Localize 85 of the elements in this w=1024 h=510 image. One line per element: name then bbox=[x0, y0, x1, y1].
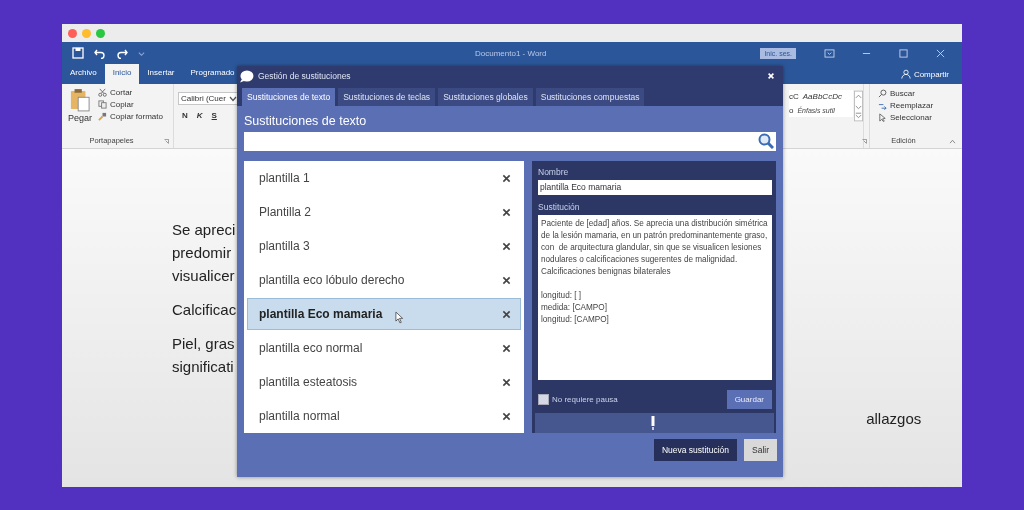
editing-command[interactable]: Reemplazar bbox=[890, 101, 934, 110]
checkbox-label[interactable]: No requiere pausa bbox=[552, 395, 724, 405]
delete-icon[interactable] bbox=[502, 173, 511, 183]
share-label[interactable]: Compartir bbox=[913, 69, 949, 79]
copy-icon[interactable] bbox=[98, 100, 108, 109]
document-text: Calcificac bbox=[172, 300, 237, 319]
delete-icon[interactable] bbox=[502, 411, 511, 421]
format-button[interactable]: S bbox=[211, 111, 217, 120]
editing-command[interactable]: Buscar bbox=[890, 89, 915, 98]
clipboard-command[interactable]: Cortar bbox=[110, 88, 133, 97]
chevron-icon bbox=[229, 95, 237, 102]
section-heading: Sustituciones de texto bbox=[243, 113, 368, 130]
template-item[interactable]: plantilla eco lóbulo derecho bbox=[247, 264, 521, 296]
customize-icon[interactable] bbox=[138, 49, 145, 57]
document-text: Se apreci bbox=[172, 220, 237, 239]
style-preview[interactable]: AaBbCcDc bbox=[802, 92, 842, 101]
paste-label[interactable]: Pegar bbox=[68, 113, 93, 123]
template-item[interactable]: plantilla eco normal bbox=[247, 332, 521, 364]
substitution-text-field[interactable]: Paciente de [edad] años. Se aprecia una distribución simétrica de la lesión mamaria, en un patrón predominantemente graso, con de arquitectura glandular, sin que se visualicen lesiones nodulares o calcificaciones sugerentes de malignidad. Calcificaciones benignas bilaterales longitud: [ ] medida: [CAMPO] longitud: [CAMPO] bbox=[538, 214, 772, 380]
styles-scroll-icon[interactable] bbox=[854, 90, 863, 122]
dialog-tab[interactable]: Sustituciones compuestas bbox=[535, 88, 645, 106]
exit-button[interactable]: Salir bbox=[744, 439, 777, 461]
search-icon[interactable] bbox=[878, 89, 887, 98]
scissors-icon[interactable] bbox=[98, 88, 108, 97]
ribbon-display-icon[interactable] bbox=[824, 48, 835, 58]
clipboard-command[interactable]: Copiar bbox=[110, 100, 134, 109]
undo-icon[interactable] bbox=[94, 47, 106, 59]
close-dot[interactable] bbox=[68, 28, 77, 38]
format-button[interactable]: K bbox=[196, 111, 203, 120]
save-button[interactable]: Guardar bbox=[726, 390, 772, 410]
clipboard-command[interactable]: Copiar formato bbox=[110, 112, 163, 121]
delete-icon[interactable] bbox=[502, 241, 511, 251]
checkbox[interactable] bbox=[538, 394, 549, 406]
minimize-dot[interactable] bbox=[82, 28, 91, 38]
dialog-tab[interactable]: Sustituciones de teclas bbox=[338, 88, 436, 106]
brush-icon[interactable] bbox=[98, 112, 108, 121]
pointer-icon[interactable] bbox=[878, 113, 887, 122]
template-item[interactable]: plantilla esteatosis bbox=[247, 366, 521, 398]
delete-icon[interactable] bbox=[502, 309, 511, 319]
template-item[interactable]: plantilla Eco mamaria bbox=[247, 298, 521, 330]
style-name: o bbox=[789, 106, 794, 115]
mouse-pointer-icon bbox=[395, 311, 404, 324]
style-preview[interactable]: cC bbox=[789, 92, 799, 101]
person-icon bbox=[900, 69, 911, 79]
template-item[interactable]: plantilla 3 bbox=[247, 230, 521, 262]
save-icon[interactable] bbox=[72, 47, 84, 59]
dialog-title: Gestión de sustituciones bbox=[258, 71, 352, 81]
clipboard-icon[interactable] bbox=[70, 88, 90, 112]
format-button[interactable]: N bbox=[182, 111, 188, 120]
search-field[interactable] bbox=[244, 132, 776, 151]
field-label: Nombre bbox=[538, 167, 570, 177]
document-text: Piel, gras bbox=[172, 334, 236, 353]
restore-icon[interactable] bbox=[898, 48, 909, 58]
template-item[interactable]: plantilla 1 bbox=[247, 162, 521, 194]
template-item[interactable]: Plantilla 2 bbox=[247, 196, 521, 228]
redo-icon[interactable] bbox=[116, 47, 128, 59]
collapse-ribbon-icon[interactable] bbox=[949, 139, 956, 144]
delete-icon[interactable] bbox=[502, 207, 511, 217]
search-icon[interactable] bbox=[758, 133, 774, 149]
dialog-tab[interactable]: Sustituciones globales bbox=[438, 88, 533, 106]
speech-bubble-icon bbox=[239, 69, 254, 83]
replace-icon[interactable] bbox=[878, 101, 887, 110]
editing-command[interactable]: Seleccionar bbox=[890, 113, 932, 122]
font-dropdown[interactable]: Calibri (Cuer bbox=[178, 92, 240, 105]
delete-icon[interactable] bbox=[502, 377, 511, 387]
new-substitution-button[interactable]: Nueva sustitución bbox=[653, 439, 737, 461]
template-item[interactable]: plantilla normal bbox=[247, 400, 521, 432]
document-text: allazgos bbox=[866, 410, 922, 429]
share-button[interactable]: Compartir bbox=[900, 69, 949, 79]
ribbon-tab[interactable]: Inicio bbox=[104, 64, 140, 84]
field-label: Sustitución bbox=[538, 201, 581, 212]
grip-handle-icon[interactable] bbox=[651, 416, 655, 431]
document-text: significati bbox=[172, 357, 235, 376]
document-text: predomir bbox=[172, 243, 233, 262]
ribbon-tab[interactable]: Insertar bbox=[139, 64, 183, 84]
dialog-tab[interactable]: Sustituciones de texto bbox=[242, 88, 336, 106]
name-field[interactable]: plantilla Eco mamaria bbox=[538, 180, 772, 195]
dialog-launcher-icon[interactable] bbox=[164, 139, 169, 144]
ribbon-tab[interactable]: Archivo bbox=[62, 64, 105, 84]
zoom-dot[interactable] bbox=[96, 28, 105, 38]
delete-icon[interactable] bbox=[502, 275, 511, 285]
delete-icon[interactable] bbox=[502, 343, 511, 353]
window-title: Documento1 - Word bbox=[475, 48, 548, 58]
dialog-launcher-icon[interactable] bbox=[862, 139, 867, 144]
document-text: visualicer bbox=[172, 266, 236, 285]
